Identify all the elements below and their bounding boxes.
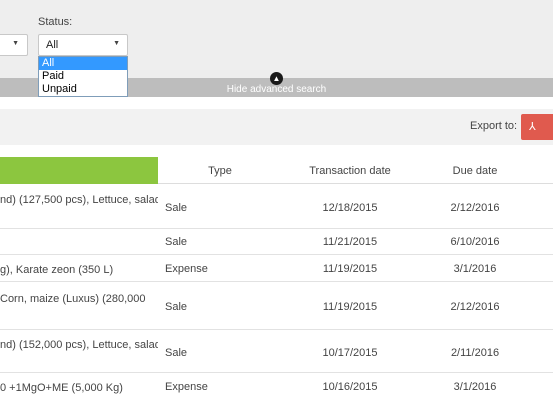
row-type: Expense [165,263,208,275]
row-transaction-date: 11/19/2015 [322,263,378,275]
status-label: Status: [38,16,73,28]
table-header: Type Transaction date Due date [0,157,553,184]
export-pdf-button[interactable]: ⅄ [521,114,553,140]
row-transaction-date: 12/18/2015 [322,202,378,214]
row-description: g), Karate zeon (350 L) [0,264,114,276]
table-row[interactable]: Sale 11/21/2015 6/10/2016 [0,229,553,255]
status-option-paid[interactable]: Paid [39,70,127,83]
table-row[interactable]: nd) (152,000 pcs), Lettuce, salad Sale 1… [0,330,553,373]
status-option-all[interactable]: All [39,57,127,70]
table-row[interactable]: nd) (127,500 pcs), Lettuce, salad Sale 1… [0,184,553,229]
chevron-down-icon: ▼ [12,40,19,47]
filter-select[interactable]: ▼ [0,34,28,56]
description-column-header[interactable] [0,157,158,184]
row-transaction-date: 11/21/2015 [322,236,378,248]
status-option-unpaid[interactable]: Unpaid [39,83,127,96]
row-description: Corn, maize (Luxus) (280,000 [0,293,146,305]
arrow-up-icon[interactable]: ▲ [270,72,283,85]
export-bar: Export to: ⅄ [0,109,553,145]
table-row[interactable]: 0 +1MgO+ME (5,000 Kg) Expense 10/16/2015… [0,373,553,400]
row-description: 0 +1MgO+ME (5,000 Kg) [0,382,123,394]
table-row[interactable]: g), Karate zeon (350 L) Expense 11/19/20… [0,255,553,282]
table-row[interactable]: Corn, maize (Luxus) (280,000 Sale 11/19/… [0,282,553,330]
row-type: Sale [165,236,188,248]
row-type: Sale [165,202,188,214]
transaction-date-column-header[interactable]: Transaction date [290,165,410,177]
row-due-date: 3/1/2016 [453,263,497,275]
row-transaction-date: 10/16/2015 [322,381,378,393]
row-description: nd) (127,500 pcs), Lettuce, salad [0,194,158,206]
row-type: Expense [165,381,208,393]
status-select-value: All [46,39,59,51]
row-due-date: 6/10/2016 [450,236,500,248]
row-due-date: 2/11/2016 [450,347,500,359]
row-due-date: 2/12/2016 [450,301,500,313]
row-description: nd) (152,000 pcs), Lettuce, salad [0,339,158,351]
row-transaction-date: 10/17/2015 [322,347,378,359]
due-date-column-header[interactable]: Due date [425,165,525,177]
export-label: Export to: [470,120,518,132]
row-due-date: 3/1/2016 [453,381,497,393]
row-type: Sale [165,347,188,359]
type-column-header[interactable]: Type [165,165,275,177]
row-type: Sale [165,301,188,313]
status-dropdown: All Paid Unpaid [38,56,128,97]
status-select[interactable]: All ▼ [38,34,128,56]
chevron-down-icon: ▼ [113,40,120,47]
row-transaction-date: 11/19/2015 [322,301,378,313]
row-due-date: 2/12/2016 [450,202,500,214]
pdf-icon: ⅄ [529,121,536,133]
